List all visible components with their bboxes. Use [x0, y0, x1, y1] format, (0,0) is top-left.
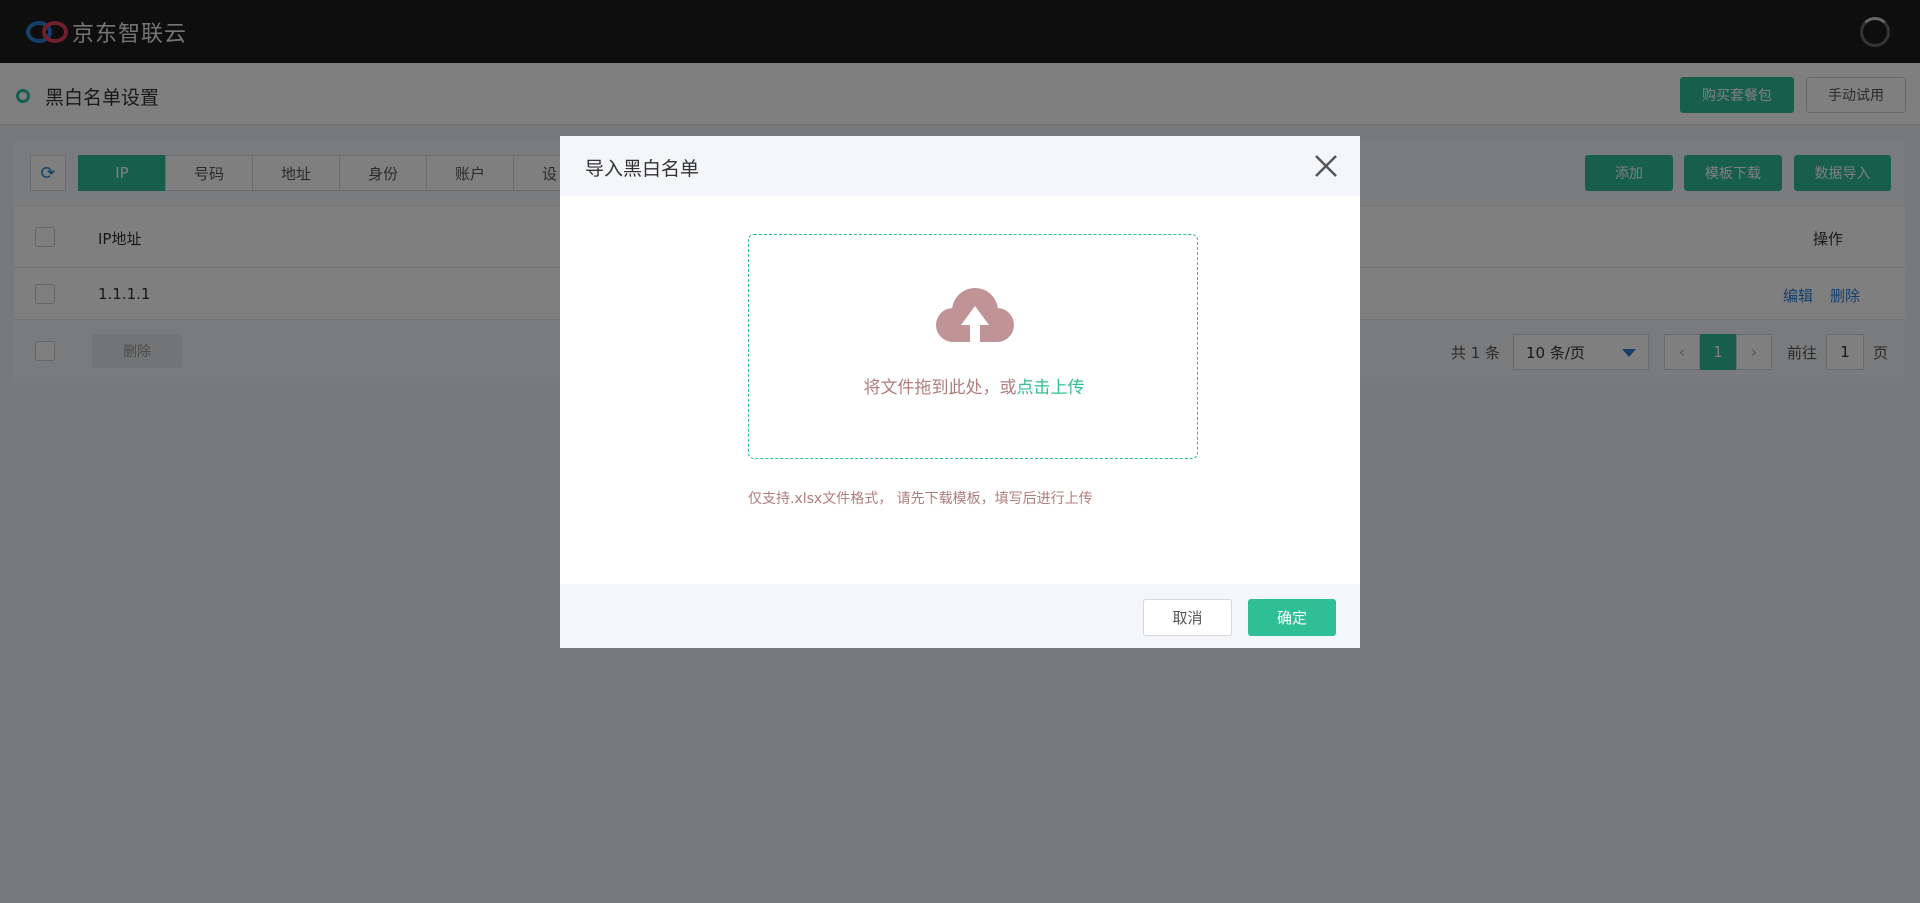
cloud-upload-icon — [936, 288, 1014, 345]
close-icon[interactable] — [1312, 152, 1340, 180]
dropzone-text: 将文件拖到此处，或点击上传 — [749, 373, 1199, 398]
confirm-button[interactable]: 确定 — [1248, 599, 1336, 636]
modal-title: 导入黑白名单 — [585, 158, 700, 180]
dropzone-label: 将文件拖到此处，或 — [863, 378, 1017, 398]
click-upload-link[interactable]: 点击上传 — [1017, 378, 1085, 398]
modal-footer — [560, 584, 1360, 648]
import-modal: 导入黑白名单 将文件拖到此处，或点击上传 仅支持.xlsx文件格式， 请先下载模… — [560, 136, 1360, 648]
format-hint: 仅支持.xlsx文件格式， 请先下载模板，填写后进行上传 — [748, 491, 1093, 507]
upload-dropzone[interactable]: 将文件拖到此处，或点击上传 — [748, 234, 1198, 459]
cancel-button[interactable]: 取消 — [1143, 599, 1232, 636]
